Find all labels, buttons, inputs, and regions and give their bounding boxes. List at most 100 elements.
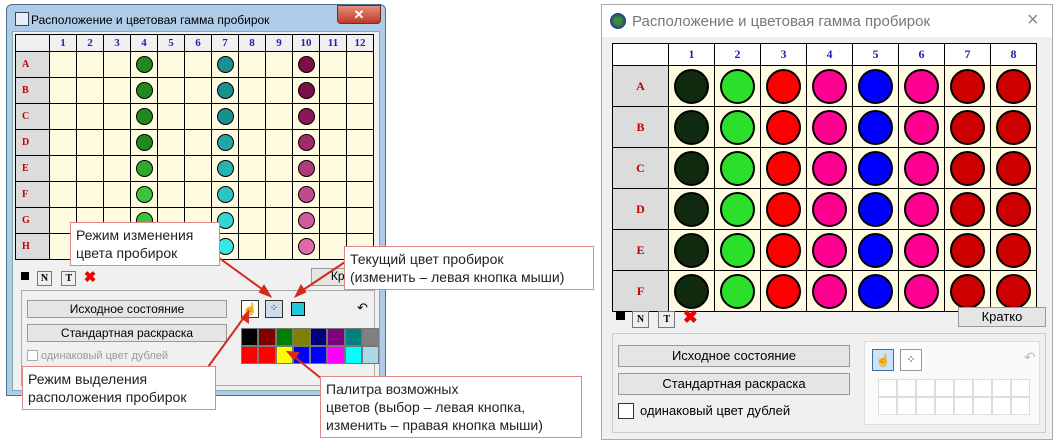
tube-dot[interactable] xyxy=(950,273,985,309)
tube-cell[interactable] xyxy=(898,65,945,107)
palette-swatch[interactable] xyxy=(992,379,1011,397)
palette-swatch[interactable] xyxy=(878,397,897,415)
tube-dot[interactable] xyxy=(720,109,755,145)
tube-cell[interactable] xyxy=(806,147,853,189)
tube-cell[interactable] xyxy=(898,147,945,189)
tube-dot[interactable] xyxy=(950,150,985,186)
tube-dot[interactable] xyxy=(858,273,893,309)
tube-dot[interactable] xyxy=(858,191,893,227)
tube-cell[interactable] xyxy=(852,65,899,107)
tube-dot[interactable] xyxy=(812,109,847,145)
palette-swatch[interactable] xyxy=(897,397,916,415)
tube-dot[interactable] xyxy=(766,150,801,186)
tube-cell[interactable] xyxy=(668,229,715,271)
hand-icon[interactable]: ☝ xyxy=(872,349,894,371)
row-header[interactable]: A xyxy=(612,65,669,107)
tube-cell[interactable] xyxy=(944,106,991,148)
palette-swatch[interactable] xyxy=(916,379,935,397)
tube-dot[interactable] xyxy=(950,109,985,145)
tube-dot[interactable] xyxy=(674,150,709,186)
tube-dot[interactable] xyxy=(996,109,1031,145)
tube-dot[interactable] xyxy=(858,232,893,268)
tube-dot[interactable] xyxy=(720,150,755,186)
tube-cell[interactable] xyxy=(990,106,1037,148)
tube-cell[interactable] xyxy=(668,147,715,189)
tube-dot[interactable] xyxy=(858,109,893,145)
tube-cell[interactable] xyxy=(806,270,853,312)
tube-cell[interactable] xyxy=(760,65,807,107)
tube-cell[interactable] xyxy=(944,188,991,230)
undo-icon[interactable]: ↶ xyxy=(1024,349,1036,366)
tube-cell[interactable] xyxy=(990,229,1037,271)
dots-grid-icon[interactable]: ⁘ xyxy=(900,349,922,371)
tube-cell[interactable] xyxy=(944,147,991,189)
palette-swatch[interactable] xyxy=(897,379,916,397)
tube-cell[interactable] xyxy=(760,147,807,189)
tube-cell[interactable] xyxy=(668,188,715,230)
palette-swatch[interactable] xyxy=(935,397,954,415)
tube-dot[interactable] xyxy=(904,68,939,104)
palette-swatch[interactable] xyxy=(973,379,992,397)
tube-cell[interactable] xyxy=(806,229,853,271)
clear-icon[interactable]: ✖ xyxy=(683,307,698,327)
close-button[interactable]: × xyxy=(1027,9,1039,32)
tube-cell[interactable] xyxy=(760,270,807,312)
tube-cell[interactable] xyxy=(990,270,1037,312)
tube-cell[interactable] xyxy=(990,147,1037,189)
palette-swatch[interactable] xyxy=(954,379,973,397)
tube-cell[interactable] xyxy=(852,188,899,230)
tube-cell[interactable] xyxy=(760,188,807,230)
tube-dot[interactable] xyxy=(950,232,985,268)
row-header[interactable]: F xyxy=(612,270,669,312)
palette-swatch[interactable] xyxy=(1011,397,1030,415)
row-header[interactable]: E xyxy=(612,229,669,271)
tube-dot[interactable] xyxy=(812,150,847,186)
tube-cell[interactable] xyxy=(852,106,899,148)
tube-cell[interactable] xyxy=(806,106,853,148)
tube-dot[interactable] xyxy=(766,232,801,268)
tube-dot[interactable] xyxy=(996,191,1031,227)
tube-dot[interactable] xyxy=(904,191,939,227)
tube-dot[interactable] xyxy=(812,191,847,227)
tube-dot[interactable] xyxy=(950,191,985,227)
palette-swatch[interactable] xyxy=(992,397,1011,415)
tube-cell[interactable] xyxy=(852,147,899,189)
tube-cell[interactable] xyxy=(714,65,761,107)
palette-swatch[interactable] xyxy=(973,397,992,415)
n-button[interactable]: N xyxy=(632,311,649,329)
tube-cell[interactable] xyxy=(714,147,761,189)
tube-dot[interactable] xyxy=(720,68,755,104)
t-button[interactable]: T xyxy=(658,311,676,329)
tube-cell[interactable] xyxy=(806,188,853,230)
tube-cell[interactable] xyxy=(944,229,991,271)
tube-cell[interactable] xyxy=(714,188,761,230)
tube-dot[interactable] xyxy=(812,232,847,268)
tube-dot[interactable] xyxy=(950,68,985,104)
tube-dot[interactable] xyxy=(996,232,1031,268)
row-header[interactable]: C xyxy=(612,147,669,189)
tube-dot[interactable] xyxy=(720,273,755,309)
tube-cell[interactable] xyxy=(990,65,1037,107)
tube-cell[interactable] xyxy=(806,65,853,107)
tube-cell[interactable] xyxy=(760,106,807,148)
palette-swatch[interactable] xyxy=(1011,379,1030,397)
palette-swatch[interactable] xyxy=(954,397,973,415)
tube-dot[interactable] xyxy=(720,232,755,268)
tube-cell[interactable] xyxy=(668,106,715,148)
tube-dot[interactable] xyxy=(674,273,709,309)
tube-cell[interactable] xyxy=(714,106,761,148)
palette-swatch[interactable] xyxy=(935,379,954,397)
tube-cell[interactable] xyxy=(898,106,945,148)
initial-state-button[interactable]: Исходное состояние xyxy=(618,345,850,367)
tube-cell[interactable] xyxy=(944,65,991,107)
tube-cell[interactable] xyxy=(898,270,945,312)
tube-dot[interactable] xyxy=(858,68,893,104)
tube-dot[interactable] xyxy=(812,273,847,309)
tube-dot[interactable] xyxy=(996,68,1031,104)
tube-dot[interactable] xyxy=(904,109,939,145)
tube-cell[interactable] xyxy=(898,229,945,271)
tube-cell[interactable] xyxy=(944,270,991,312)
tube-cell[interactable] xyxy=(668,270,715,312)
tube-dot[interactable] xyxy=(812,68,847,104)
tube-dot[interactable] xyxy=(904,273,939,309)
